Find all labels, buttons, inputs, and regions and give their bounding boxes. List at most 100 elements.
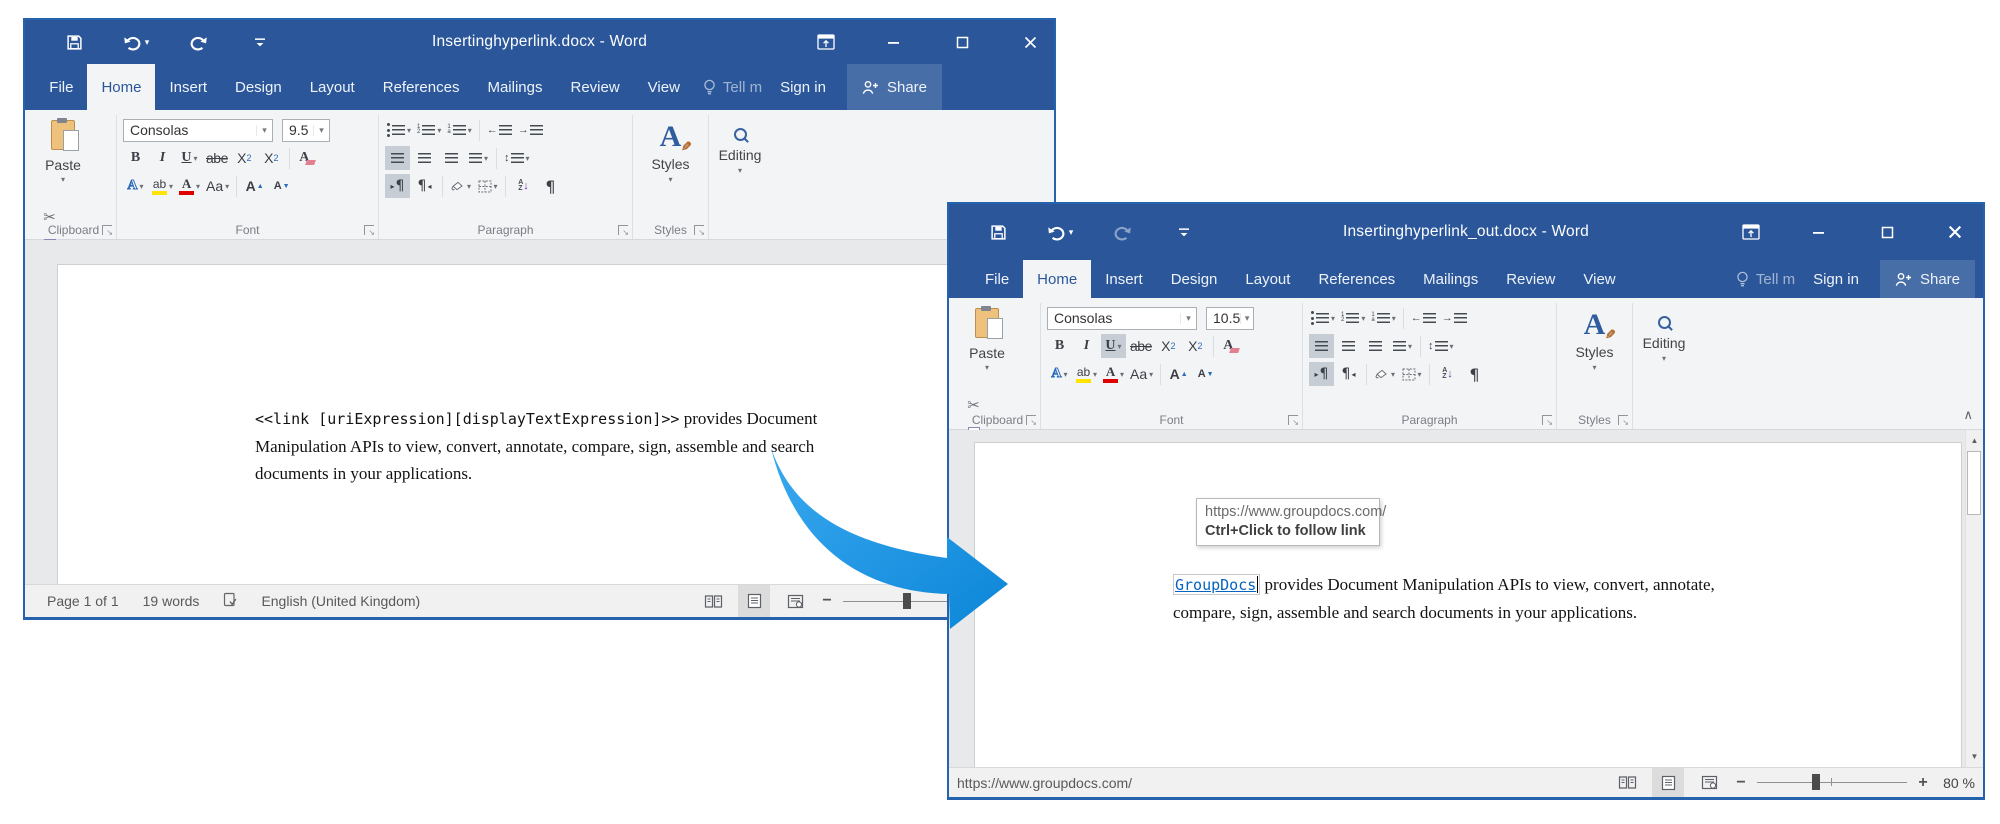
- share-button[interactable]: Share: [1880, 260, 1975, 298]
- save-button[interactable]: [967, 224, 1029, 241]
- justify-button[interactable]: ▾: [1390, 334, 1415, 358]
- tab-review[interactable]: Review: [556, 64, 633, 110]
- justify-dropdown-arrow[interactable]: ▾: [484, 154, 488, 163]
- tab-view[interactable]: View: [1569, 260, 1629, 298]
- text-effects-button[interactable]: A▾: [123, 174, 148, 198]
- clipboard-dialog-launcher[interactable]: [1026, 415, 1036, 425]
- align-left-button[interactable]: [1309, 334, 1334, 358]
- highlight-dropdown-arrow[interactable]: ▾: [1093, 370, 1097, 379]
- decrease-indent-button[interactable]: ←: [1409, 306, 1438, 330]
- tell-me-box[interactable]: Tell m: [694, 64, 771, 110]
- align-center-button[interactable]: [1336, 334, 1361, 358]
- customize-quick-access-button[interactable]: [229, 36, 291, 48]
- redo-button[interactable]: [167, 34, 229, 51]
- zoom-slider[interactable]: [1757, 782, 1907, 783]
- underline-dropdown-arrow[interactable]: ▾: [194, 154, 198, 163]
- font-color-button[interactable]: A▾: [177, 174, 202, 198]
- font-size-dropdown-arrow[interactable]: ▾: [313, 125, 329, 136]
- paste-dropdown-arrow[interactable]: ▾: [985, 363, 989, 372]
- font-color-dropdown-arrow[interactable]: ▾: [196, 182, 200, 191]
- font-color-dropdown-arrow[interactable]: ▾: [1120, 370, 1124, 379]
- styles-dropdown-arrow[interactable]: ▾: [1592, 363, 1596, 372]
- clipboard-dialog-launcher[interactable]: [102, 225, 112, 235]
- justify-button[interactable]: ▾: [466, 146, 491, 170]
- font-color-button[interactable]: A▾: [1101, 362, 1126, 386]
- line-spacing-dropdown-arrow[interactable]: ▾: [526, 154, 530, 163]
- groupdocs-hyperlink[interactable]: GroupDocs: [1175, 576, 1256, 594]
- styles-dropdown-arrow[interactable]: ▾: [668, 175, 672, 184]
- font-size-combo[interactable]: 9.5▾: [282, 119, 330, 142]
- superscript-button[interactable]: X2: [259, 146, 284, 170]
- paragraph-dialog-launcher[interactable]: [1542, 415, 1552, 425]
- font-dialog-launcher[interactable]: [364, 225, 374, 235]
- shading-button[interactable]: ▾: [1372, 362, 1397, 386]
- align-right-button[interactable]: [1363, 334, 1388, 358]
- proofing-status-button[interactable]: [223, 592, 237, 610]
- italic-button[interactable]: I: [1074, 334, 1099, 358]
- page-count-status[interactable]: Page 1 of 1: [47, 593, 119, 609]
- line-spacing-dropdown-arrow[interactable]: ▾: [1450, 342, 1454, 351]
- borders-button[interactable]: ▾: [475, 174, 500, 198]
- subscript-button[interactable]: X2: [232, 146, 257, 170]
- paste-button[interactable]: Paste ▾: [37, 116, 89, 202]
- document-page[interactable]: GroupDocs provides Document Manipulation…: [974, 442, 1962, 767]
- editing-dropdown-arrow[interactable]: ▾: [1662, 354, 1666, 363]
- highlight-dropdown-arrow[interactable]: ▾: [169, 182, 173, 191]
- web-layout-button[interactable]: [1693, 768, 1725, 797]
- share-button[interactable]: Share: [847, 64, 942, 110]
- scroll-down-arrow[interactable]: ▼: [1966, 748, 1983, 765]
- text-effects-dropdown-arrow[interactable]: ▾: [1064, 370, 1068, 379]
- shading-dropdown-arrow[interactable]: ▾: [1391, 370, 1395, 379]
- increase-indent-button[interactable]: →: [1440, 306, 1469, 330]
- superscript-button[interactable]: X2: [1183, 334, 1208, 358]
- sign-in-button[interactable]: Sign in: [1804, 260, 1868, 298]
- read-mode-button[interactable]: [697, 585, 729, 617]
- tab-review[interactable]: Review: [1492, 260, 1569, 298]
- save-button[interactable]: [43, 34, 105, 51]
- minimize-button[interactable]: [1809, 225, 1829, 239]
- increase-indent-button[interactable]: →: [516, 118, 545, 142]
- rtl-text-direction-button[interactable]: ¶◂: [412, 174, 437, 198]
- tab-layout[interactable]: Layout: [296, 64, 369, 110]
- zoom-out-button[interactable]: −: [1734, 774, 1748, 792]
- tab-insert[interactable]: Insert: [1091, 260, 1157, 298]
- zoom-in-button[interactable]: +: [1916, 774, 1930, 792]
- align-center-button[interactable]: [412, 146, 437, 170]
- tab-home[interactable]: Home: [87, 64, 155, 110]
- numbering-dropdown-arrow[interactable]: ▾: [1361, 314, 1365, 323]
- strikethrough-button[interactable]: abe: [1128, 334, 1154, 358]
- decrease-indent-button[interactable]: ←: [485, 118, 514, 142]
- justify-dropdown-arrow[interactable]: ▾: [1408, 342, 1412, 351]
- ribbon-display-options-button[interactable]: [1741, 224, 1761, 240]
- undo-dropdown-arrow[interactable]: ▾: [145, 37, 150, 48]
- undo-button[interactable]: ▾: [105, 34, 167, 51]
- zoom-percentage[interactable]: 80 %: [1943, 775, 1975, 791]
- highlight-button[interactable]: ab▾: [1074, 362, 1099, 386]
- text-effects-button[interactable]: A▾: [1047, 362, 1072, 386]
- zoom-slider-thumb[interactable]: [1812, 774, 1820, 790]
- borders-button[interactable]: ▾: [1399, 362, 1424, 386]
- close-button[interactable]: [1945, 224, 1965, 240]
- multilevel-list-button[interactable]: 1a▾: [1369, 306, 1397, 330]
- title-bar[interactable]: ▾ Insertinghyperlink.docx - Word: [25, 20, 1054, 64]
- font-name-dropdown-arrow[interactable]: ▾: [1180, 313, 1196, 324]
- customize-quick-access-button[interactable]: [1153, 226, 1215, 238]
- editing-dropdown-arrow[interactable]: ▾: [738, 166, 742, 175]
- tab-mailings[interactable]: Mailings: [473, 64, 556, 110]
- rtl-text-direction-button[interactable]: ¶◂: [1336, 362, 1361, 386]
- text-effects-dropdown-arrow[interactable]: ▾: [140, 182, 144, 191]
- show-formatting-marks-button[interactable]: ¶: [538, 174, 563, 198]
- styles-dialog-launcher[interactable]: [694, 225, 704, 235]
- undo-button[interactable]: ▾: [1029, 224, 1091, 241]
- highlight-button[interactable]: ab▾: [150, 174, 175, 198]
- tab-file[interactable]: File: [971, 260, 1023, 298]
- grow-font-button[interactable]: A▲: [242, 174, 267, 198]
- subscript-button[interactable]: X2: [1156, 334, 1181, 358]
- sort-button[interactable]: AZ↓: [511, 174, 536, 198]
- borders-dropdown-arrow[interactable]: ▾: [1418, 370, 1422, 379]
- font-size-combo[interactable]: 10.5▾: [1206, 307, 1254, 330]
- maximize-button[interactable]: [952, 36, 972, 49]
- tab-references[interactable]: References: [1304, 260, 1409, 298]
- undo-dropdown-arrow[interactable]: ▾: [1069, 227, 1074, 238]
- styles-dialog-launcher[interactable]: [1618, 415, 1628, 425]
